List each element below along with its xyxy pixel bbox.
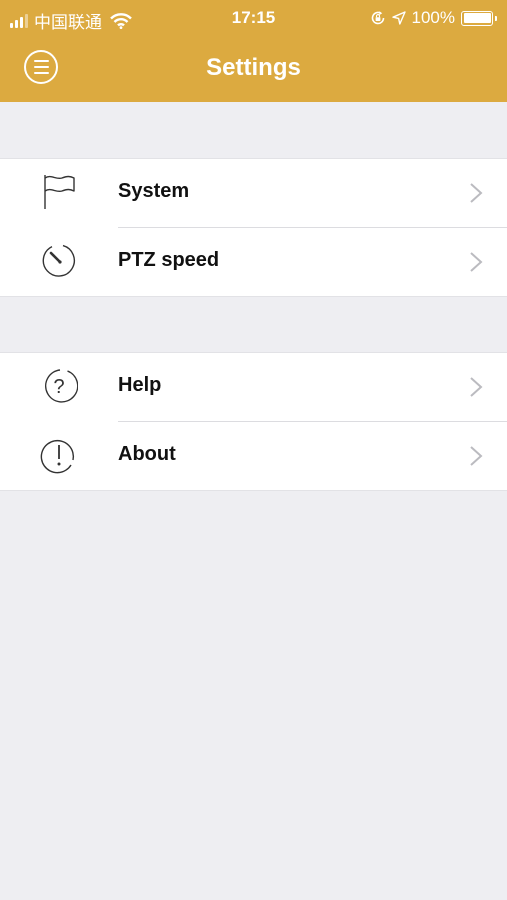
rotation-lock-icon <box>371 11 384 25</box>
group-bottom-divider <box>0 296 507 297</box>
nav-header: 中国联通 17:15 100% Settings <box>0 0 507 102</box>
chevron-right-icon <box>470 377 483 397</box>
chevron-right-icon <box>470 183 483 203</box>
flag-icon <box>44 175 75 209</box>
battery-tip <box>495 15 497 21</box>
status-right: 100% <box>370 8 497 28</box>
info-exclamation-icon <box>40 439 75 474</box>
page-title: Settings <box>206 54 301 81</box>
settings-group-general: System PTZ speed <box>0 158 507 297</box>
question-icon: ? <box>44 369 78 403</box>
settings-row-ptz-speed[interactable]: PTZ speed <box>0 227 507 296</box>
settings-row-label: System <box>118 180 190 202</box>
settings-group-info: ? Help About <box>0 352 507 491</box>
settings-row-about[interactable]: About <box>0 421 507 490</box>
chevron-right-icon <box>470 446 483 466</box>
status-bar: 中国联通 17:15 100% <box>0 0 507 36</box>
timer-icon <box>42 244 75 277</box>
settings-row-label: About <box>118 443 176 465</box>
settings-row-system[interactable]: System <box>0 158 507 227</box>
settings-row-help[interactable]: ? Help <box>0 352 507 421</box>
svg-text:?: ? <box>53 376 64 398</box>
settings-row-label: Help <box>118 374 162 396</box>
battery-icon <box>461 10 493 26</box>
battery-percent: 100% <box>411 8 455 27</box>
location-arrow-icon <box>391 11 406 25</box>
settings-row-label: PTZ speed <box>118 249 220 271</box>
group-bottom-divider <box>0 490 507 491</box>
chevron-right-icon <box>470 252 483 272</box>
